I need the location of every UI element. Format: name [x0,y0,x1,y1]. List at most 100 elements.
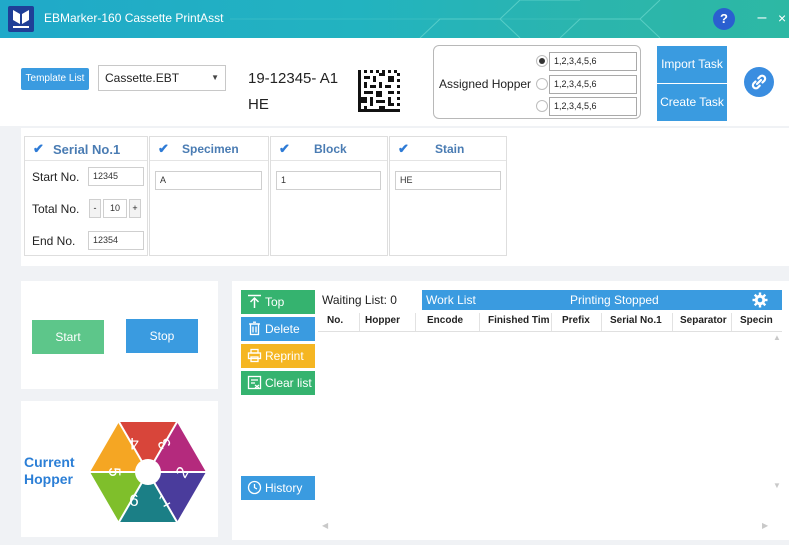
specimen-input[interactable]: A [155,171,262,190]
hopper-radio-1[interactable] [536,55,548,67]
hopper-field-2[interactable]: 1,2,3,4,5,6 [549,75,637,94]
create-task-button[interactable]: Create Task [657,84,727,121]
reprint-button[interactable]: Reprint [241,344,315,368]
scroll-right-icon[interactable]: ▶ [762,521,768,530]
help-button[interactable]: ? [713,8,735,30]
current-hopper-label: Current Hopper [24,454,75,488]
start-no-label: Start No. [32,170,80,184]
col-divider [359,313,360,331]
printer-icon [247,348,262,363]
hopper-number-4: 4 [129,434,138,453]
top-button[interactable]: Top [241,290,315,314]
datamatrix-code-icon [358,70,400,112]
template-list-button[interactable]: Template List [21,68,89,90]
stain-header: ✔ Stain [390,137,506,161]
col-divider [601,313,602,331]
history-clock-icon [247,480,262,495]
stain-title: Stain [435,142,465,156]
chevron-down-icon: ▼ [211,73,219,82]
col-divider [415,313,416,331]
scroll-left-icon[interactable]: ◀ [322,521,328,530]
col-serial-no: Serial No.1 [610,315,662,326]
total-no-label: Total No. [32,202,80,216]
import-task-button[interactable]: Import Task [657,46,727,83]
gear-icon[interactable] [752,292,768,308]
trash-icon [249,321,260,336]
waiting-list-label: Waiting List: 0 [322,293,397,307]
total-decrement-button[interactable]: - [89,199,101,218]
clear-list-icon [247,375,262,390]
block-column: ✔ Block [270,136,388,256]
clear-list-button[interactable]: Clear list [241,371,315,395]
clear-list-button-label: Clear list [265,376,312,390]
stain-input[interactable]: HE [395,171,501,190]
delete-button-label: Delete [265,322,300,336]
specimen-header: ✔ Specimen [150,137,268,161]
hopper-field-3[interactable]: 1,2,3,4,5,6 [549,97,637,116]
hopper-number-5: 5 [105,467,124,476]
col-prefix: Prefix [562,315,590,326]
col-no: No. [327,315,344,326]
title-bar: EBMarker-160 Cassette PrintAsst ? – × [0,0,789,38]
col-finished-time: Finished Tim [488,315,550,326]
hopper-hexagon-icon: 4 3 2 1 6 5 [90,421,206,523]
close-button[interactable]: × [778,8,789,28]
serial-checkbox[interactable]: ✔ [33,142,46,155]
serial-header: ✔ Serial No.1 [25,137,147,161]
col-encode: Encode [427,315,464,326]
top-button-label: Top [265,295,285,309]
link-button[interactable] [744,67,774,97]
work-list-title: Work List [426,293,476,307]
current-hopper-line2: Hopper [24,471,73,487]
scroll-down-icon[interactable]: ▼ [773,481,781,490]
block-input[interactable]: 1 [276,171,381,190]
printing-status: Printing Stopped [570,293,659,307]
col-separator: Separator [680,315,727,326]
col-specimen: Specin [740,315,773,326]
arrow-up-icon [248,294,261,308]
stop-button[interactable]: Stop [126,319,198,353]
col-hopper: Hopper [365,315,400,326]
total-no-input[interactable]: 10 [103,199,127,218]
hopper-radio-2[interactable] [536,78,548,90]
label-preview: 19-12345- A1 HE [238,48,412,120]
template-select-value: Cassette.EBT [105,71,180,85]
hopper-field-1[interactable]: 1,2,3,4,5,6 [549,52,637,71]
stain-checkbox[interactable]: ✔ [398,142,411,155]
work-list-header: Work List Printing Stopped [422,290,782,310]
col-divider [731,313,732,331]
end-no-label: End No. [32,234,76,248]
delete-button[interactable]: Delete [241,317,315,341]
specimen-title: Specimen [182,142,239,156]
end-no-input[interactable]: 12354 [88,231,144,250]
preview-line-2: HE [248,96,269,113]
assigned-hopper-label: Assigned Hopper [439,77,532,91]
block-title: Block [314,142,347,156]
history-button[interactable]: History [241,476,315,500]
col-divider [479,313,480,331]
stain-column: ✔ Stain [389,136,507,256]
current-hopper-line1: Current [24,454,75,470]
total-increment-button[interactable]: + [129,199,141,218]
preview-line-1: 19-12345- A1 [248,70,339,87]
block-checkbox[interactable]: ✔ [279,142,292,155]
reprint-button-label: Reprint [265,349,304,363]
history-button-label: History [265,481,303,495]
start-button[interactable]: Start [32,320,104,354]
col-divider [672,313,673,331]
link-icon [751,74,767,90]
table-header-divider [318,331,782,332]
app-title: EBMarker-160 Cassette PrintAsst [44,11,224,25]
specimen-checkbox[interactable]: ✔ [158,142,171,155]
col-divider [551,313,552,331]
hopper-number-6: 6 [129,491,138,510]
serial-title: Serial No.1 [53,142,121,157]
block-header: ✔ Block [271,137,387,161]
scroll-up-icon[interactable]: ▲ [773,333,781,342]
template-select[interactable]: Cassette.EBT ▼ [98,65,226,91]
app-logo-icon [8,6,34,32]
minimize-button[interactable]: – [755,8,769,28]
specimen-column: ✔ Specimen [149,136,269,256]
hopper-radio-3[interactable] [536,100,548,112]
start-no-input[interactable]: 12345 [88,167,144,186]
